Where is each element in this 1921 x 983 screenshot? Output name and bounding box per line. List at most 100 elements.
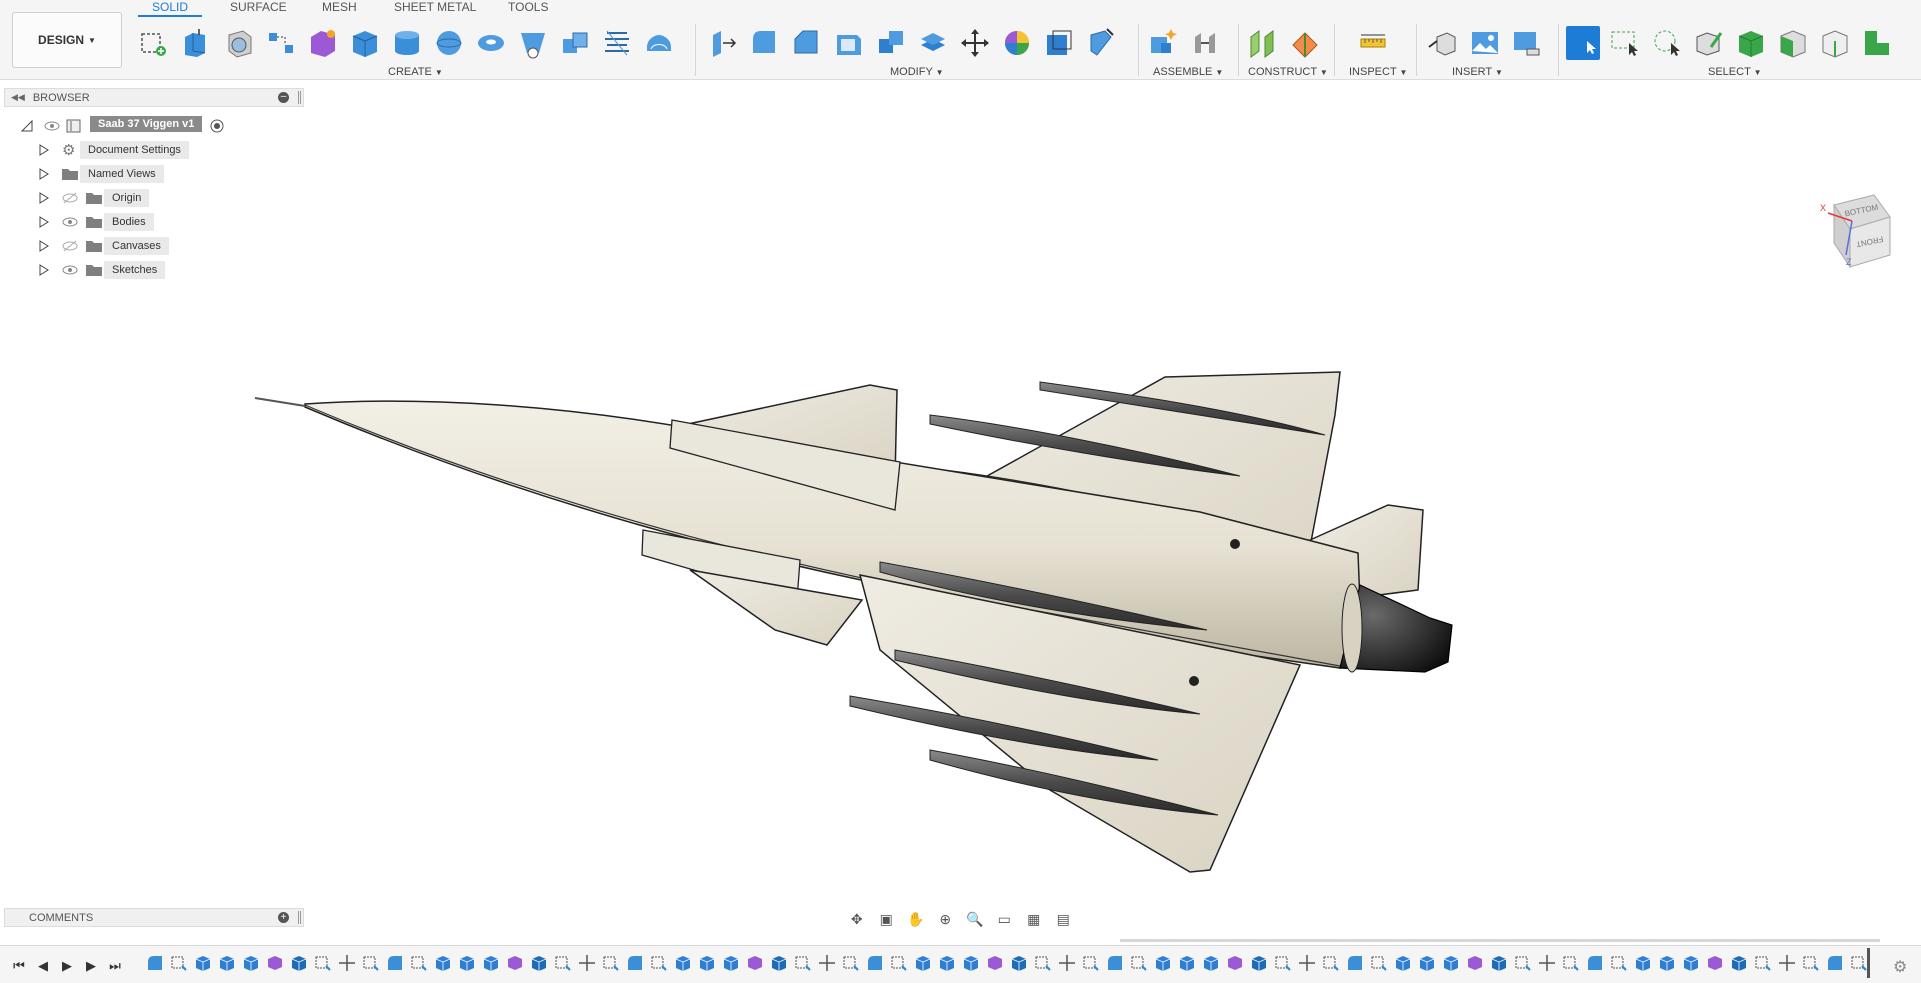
eye-icon[interactable]	[44, 120, 60, 132]
timeline-feature-extrude-icon[interactable]	[938, 954, 956, 972]
timeline-feature-sketch-icon[interactable]	[1850, 954, 1868, 972]
timeline-feature-sketch-icon[interactable]	[170, 954, 188, 972]
timeline-feature-sketch-icon[interactable]	[1274, 954, 1292, 972]
insert-menu[interactable]: INSERT ▼	[1452, 66, 1503, 78]
browser-root-node[interactable]: Saab 37 Viggen v1	[0, 116, 240, 136]
timeline-feature-fillet-icon[interactable]	[626, 954, 644, 972]
timeline-feature-move-icon[interactable]	[1298, 954, 1316, 972]
timeline-feature-combine-icon[interactable]	[770, 954, 788, 972]
timeline-feature-move-icon[interactable]	[818, 954, 836, 972]
panel-grip-handle[interactable]	[298, 91, 301, 104]
timeline-feature-extrude-icon[interactable]	[242, 954, 260, 972]
expand-triangle-icon[interactable]	[39, 144, 49, 156]
timeline-feature-move-icon[interactable]	[1778, 954, 1796, 972]
orbit-icon[interactable]: ✥	[845, 910, 869, 928]
tab-tools[interactable]: TOOLS	[508, 0, 548, 14]
sphere-tool[interactable]	[432, 26, 466, 60]
timeline-feature-extrude-icon[interactable]	[458, 954, 476, 972]
view-cube[interactable]: BOTTOM FRONT X Z	[1810, 185, 1900, 275]
eye-hidden-icon[interactable]	[62, 192, 78, 204]
workspace-switcher-button[interactable]: DESIGN ▼	[12, 12, 122, 68]
chamfer-tool[interactable]	[790, 26, 824, 60]
extrude-tool[interactable]	[178, 26, 212, 60]
timeline-feature-extrude-icon[interactable]	[674, 954, 692, 972]
display-settings-icon[interactable]: ▭	[992, 910, 1016, 928]
timeline-feature-appearance-icon[interactable]	[1226, 954, 1244, 972]
timeline-feature-move-icon[interactable]	[338, 954, 356, 972]
collapse-icon[interactable]: ◀◀	[11, 92, 25, 103]
timeline-feature-appearance-icon[interactable]	[266, 954, 284, 972]
split-face-tool[interactable]	[1084, 26, 1118, 60]
timeline-feature-combine-icon[interactable]	[1490, 954, 1508, 972]
gear-icon[interactable]: ⚙	[1893, 957, 1911, 976]
select-priority-tool[interactable]	[1860, 26, 1894, 60]
timeline-feature-extrude-icon[interactable]	[1418, 954, 1436, 972]
insert-canvas-tool[interactable]	[1468, 26, 1502, 60]
select-faces-tool[interactable]	[1776, 26, 1810, 60]
timeline-feature-extrude-icon[interactable]	[698, 954, 716, 972]
timeline-feature-appearance-icon[interactable]	[746, 954, 764, 972]
timeline-feature-appearance-icon[interactable]	[1706, 954, 1724, 972]
timeline-feature-sketch-icon[interactable]	[842, 954, 860, 972]
zoom-icon[interactable]: ⊕	[933, 910, 957, 928]
timeline-feature-sketch-icon[interactable]	[794, 954, 812, 972]
aircraft-model[interactable]	[0, 81, 1921, 901]
timeline-feature-sketch-icon[interactable]	[1370, 954, 1388, 972]
expand-triangle-icon[interactable]	[39, 264, 49, 276]
timeline-feature-sketch-icon[interactable]	[1322, 954, 1340, 972]
timeline-feature-combine-icon[interactable]	[1010, 954, 1028, 972]
panel-grip-handle[interactable]	[298, 911, 301, 924]
eye-icon[interactable]	[62, 216, 78, 228]
new-component-tool[interactable]	[1146, 26, 1180, 60]
select-menu[interactable]: SELECT ▼	[1708, 66, 1762, 78]
timeline-feature-extrude-icon[interactable]	[962, 954, 980, 972]
browser-panel-header[interactable]: ◀◀ BROWSER –	[4, 88, 304, 107]
combine-tool[interactable]	[874, 26, 908, 60]
eye-hidden-icon[interactable]	[62, 240, 78, 252]
create-sketch-tool[interactable]	[136, 26, 170, 60]
torus-tool[interactable]	[474, 26, 508, 60]
fillet-tool[interactable]	[748, 26, 782, 60]
modify-menu[interactable]: MODIFY ▼	[890, 66, 944, 78]
press-pull-tool[interactable]	[706, 26, 740, 60]
timeline-feature-fillet-icon[interactable]	[1826, 954, 1844, 972]
play-icon[interactable]: ▶	[58, 958, 76, 974]
timeline-feature-extrude-icon[interactable]	[1154, 954, 1172, 972]
paint-select-tool[interactable]	[1692, 26, 1726, 60]
canvas-viewport[interactable]: BOTTOM FRONT X Z	[0, 81, 1921, 901]
expand-triangle-icon[interactable]	[21, 120, 33, 132]
shell-tool[interactable]	[832, 26, 866, 60]
timeline-feature-extrude-icon[interactable]	[1442, 954, 1460, 972]
freeform-select-tool[interactable]	[1650, 26, 1684, 60]
timeline-feature-extrude-icon[interactable]	[1394, 954, 1412, 972]
offset-face-tool[interactable]	[916, 26, 950, 60]
expand-triangle-icon[interactable]	[39, 216, 49, 228]
timeline-feature-move-icon[interactable]	[1058, 954, 1076, 972]
timeline-feature-fillet-icon[interactable]	[386, 954, 404, 972]
timeline-feature-sketch-icon[interactable]	[1754, 954, 1772, 972]
window-select-tool[interactable]	[1608, 26, 1642, 60]
create-menu[interactable]: CREATE ▼	[388, 66, 443, 78]
timeline-marker-handle[interactable]	[1867, 948, 1870, 978]
tab-surface[interactable]: SURFACE	[230, 0, 287, 14]
timeline-feature-sketch-icon[interactable]	[890, 954, 908, 972]
revolve-tool[interactable]	[222, 26, 256, 60]
timeline-feature-fillet-icon[interactable]	[1586, 954, 1604, 972]
timeline-feature-combine-icon[interactable]	[1250, 954, 1268, 972]
construct-menu[interactable]: CONSTRUCT ▼	[1248, 66, 1328, 78]
timeline-feature-combine-icon[interactable]	[1730, 954, 1748, 972]
inspect-menu[interactable]: INSPECT ▼	[1349, 66, 1407, 78]
timeline-feature-extrude-icon[interactable]	[1634, 954, 1652, 972]
timeline-feature-extrude-icon[interactable]	[722, 954, 740, 972]
measure-tool[interactable]	[1356, 26, 1390, 60]
joint-tool[interactable]	[1188, 26, 1222, 60]
timeline-feature-fillet-icon[interactable]	[146, 954, 164, 972]
move-tool[interactable]	[958, 26, 992, 60]
go-to-end-icon[interactable]: ⏭	[106, 958, 124, 974]
select-bodies-tool[interactable]	[1734, 26, 1768, 60]
expand-triangle-icon[interactable]	[39, 240, 49, 252]
tab-mesh[interactable]: MESH	[322, 0, 357, 14]
scale-tool[interactable]	[1042, 26, 1076, 60]
timeline-feature-sketch-icon[interactable]	[1130, 954, 1148, 972]
timeline-feature-extrude-icon[interactable]	[194, 954, 212, 972]
